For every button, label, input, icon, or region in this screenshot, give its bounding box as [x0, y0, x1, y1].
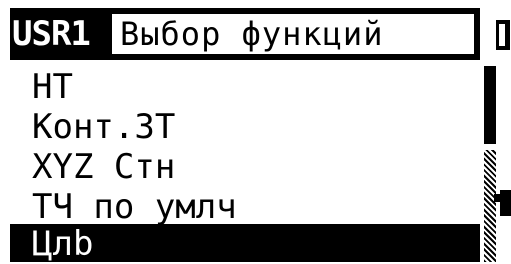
scroll-track[interactable]: [484, 150, 496, 262]
menu-item-label: Конт.ЗТ: [32, 107, 176, 147]
header-bar: USR1 Выбор функций: [10, 8, 480, 60]
battery-icon: [496, 20, 510, 50]
menu-item-label: XYZ Стн: [32, 147, 176, 187]
title-box: Выбор функций: [110, 12, 476, 56]
menu-item-ht[interactable]: НТ: [10, 67, 480, 107]
scrollbar[interactable]: [484, 66, 498, 262]
menu-item-control-point[interactable]: Конт.ЗТ: [10, 107, 480, 147]
menu-item-label: НТ: [32, 67, 73, 107]
menu-item-default-point[interactable]: ТЧ по умлч: [10, 187, 480, 227]
device-screen: USR1 Выбор функций НТ Конт.ЗТ XYZ Стн ТЧ…: [0, 0, 511, 264]
menu-item-label: ТЧ по умлч: [32, 187, 237, 227]
scroll-thumb[interactable]: [484, 66, 496, 144]
menu-item-target[interactable]: Цлb: [10, 224, 480, 264]
user-key-label: USR1: [12, 14, 91, 54]
instrument-icon: [494, 190, 511, 216]
page-title: Выбор функций: [120, 15, 384, 53]
function-menu: НТ Конт.ЗТ XYZ Стн ТЧ по умлч Цлb: [10, 62, 480, 264]
menu-item-label: Цлb: [32, 224, 94, 264]
menu-item-xyz-station[interactable]: XYZ Стн: [10, 147, 480, 187]
